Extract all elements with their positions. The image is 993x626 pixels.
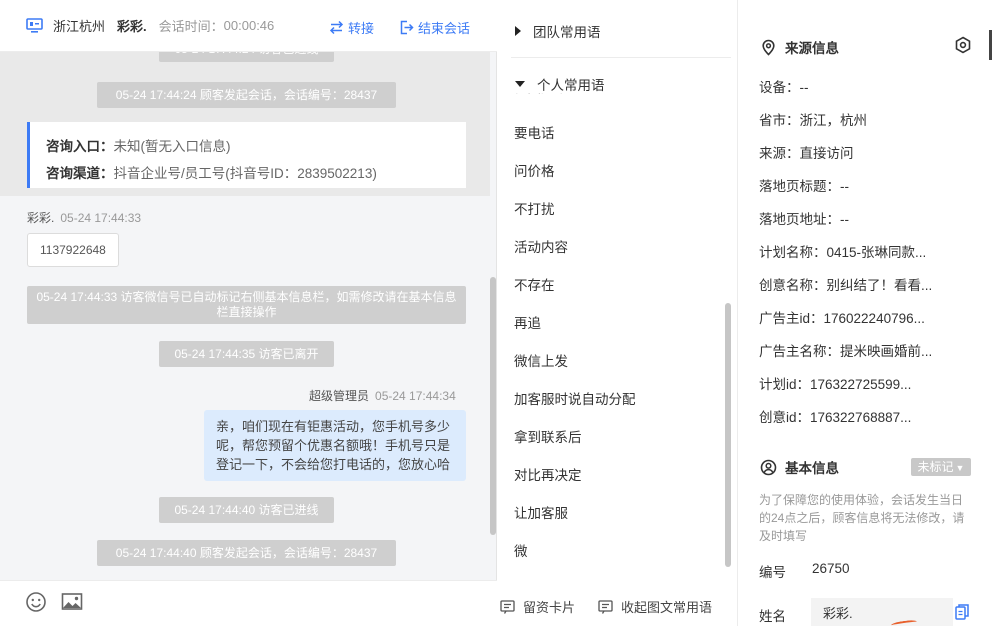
- end-session-button[interactable]: 结束会话: [399, 18, 470, 37]
- caret-right-icon: [515, 26, 521, 36]
- page-scrollbar[interactable]: [989, 30, 992, 60]
- collapse-phrases-button[interactable]: 收起图文常用语: [598, 597, 712, 616]
- system-message: 05-24 17:44:40 顾客发起会话，会话编号：28437: [97, 540, 396, 566]
- chat-toolbar: 留资卡片 收起图文常用语: [0, 580, 712, 626]
- exit-icon: [400, 20, 414, 35]
- phrase-item[interactable]: 活动内容: [514, 236, 568, 256]
- source-channel: 来源：直接访问: [759, 146, 854, 161]
- phrase-item[interactable]: 让加客服: [514, 502, 568, 522]
- customer-info-panel: 来源信息 设备：-- 省市：浙江，杭州 来源：直接访问 落地页标题：-- 落地页…: [737, 0, 993, 626]
- session-time-label: 会话时间：: [158, 19, 224, 34]
- plan-name: 计划名称：0415-张琳同款...: [759, 245, 927, 260]
- quick-phrases-panel: 团队常用语 留回复不了 个人常用语 要电话 问价格 不打扰 活动内容 不存在 再…: [497, 0, 737, 580]
- team-phrases-group[interactable]: 团队常用语: [515, 21, 730, 41]
- visitor-location: 浙江杭州: [53, 19, 106, 34]
- card-icon: [500, 599, 515, 614]
- creative-id: 创意id：176322768887...: [759, 410, 912, 425]
- chat-panel: 浙江杭州 彩彩. 会话时间： 00:00:46 转接 结束会话 05-24 17…: [0, 0, 712, 626]
- chat-scrollbar[interactable]: [490, 277, 496, 535]
- phrase-item[interactable]: 对比再决定: [514, 464, 582, 484]
- visitor-sender-line: 彩彩. 05-24 17:44:33: [27, 211, 142, 225]
- lead-card-button[interactable]: 留资卡片: [500, 597, 575, 616]
- plan-id: 计划id：176322725599...: [759, 377, 912, 392]
- caret-down-icon: ▼: [955, 463, 965, 473]
- smile-icon[interactable]: [25, 591, 47, 613]
- consult-channel: 咨询渠道：抖音企业号/员工号(抖音号ID：2839502213): [46, 166, 377, 181]
- advertiser-name: 广告主名称：提米映画婚前...: [759, 344, 933, 359]
- source-device: 设备：--: [759, 80, 809, 95]
- landing-page-title: 落地页标题：--: [759, 179, 849, 194]
- message-icon: [598, 599, 613, 614]
- consult-entry: 咨询入口：未知(暂无入口信息): [46, 139, 231, 154]
- phrase-scrollbar[interactable]: [725, 303, 731, 567]
- creative-name: 创意名称：别纠结了！看看...: [759, 278, 933, 293]
- landing-page-url: 落地页地址：--: [759, 212, 849, 227]
- phrase-item[interactable]: 加客服时说自动分配: [514, 388, 636, 408]
- system-message: 05-24 17:44:35 访客已离开: [159, 341, 334, 367]
- visitor-message-bubble[interactable]: 1137922648: [27, 233, 119, 267]
- advertiser-id: 广告主id：176022240796...: [759, 311, 925, 326]
- phrase-item[interactable]: 拿到联系后: [514, 426, 582, 446]
- phrase-item[interactable]: 不打扰: [514, 198, 555, 218]
- consult-info-card: 咨询入口：未知(暂无入口信息) 咨询渠道：抖音企业号/员工号(抖音号ID：283…: [27, 122, 466, 188]
- transfer-label: 转接: [348, 21, 375, 36]
- divider: [511, 57, 731, 58]
- monitor-icon: [26, 18, 43, 33]
- end-session-label: 结束会话: [418, 21, 471, 36]
- transfer-button[interactable]: 转接: [329, 18, 374, 37]
- basic-info-title: 基本信息: [760, 457, 839, 477]
- phrase-item[interactable]: 再追: [514, 312, 541, 332]
- phrase-item[interactable]: 微信上发: [514, 350, 568, 370]
- phrase-item[interactable]: 微: [514, 540, 528, 560]
- wechat-notice: 05-24 17:44:33 访客微信号已自动标记右侧基本信息栏，如需修改请在基…: [27, 286, 466, 324]
- phrase-item[interactable]: 问价格: [514, 160, 555, 180]
- message-list[interactable]: 05-24 17:44:24 访客已进线 05-24 17:44:24 顾客发起…: [0, 52, 497, 580]
- customer-id-label: 编号: [759, 565, 786, 580]
- system-message: 05-24 17:44:24 顾客发起会话，会话编号：28437: [97, 82, 396, 108]
- agent-message-bubble[interactable]: 亲，咱们现在有钜惠活动，您手机号多少呢，帮您预留个优惠名额哦！手机号只是登记一下…: [204, 410, 466, 481]
- phrase-item[interactable]: 不存在: [514, 274, 555, 294]
- image-icon[interactable]: [61, 591, 83, 613]
- customer-name-label: 姓名: [759, 609, 786, 624]
- caret-down-icon: [515, 81, 525, 87]
- source-region: 省市：浙江，杭州: [759, 113, 867, 128]
- copy-icon[interactable]: [955, 604, 969, 620]
- customer-name-input[interactable]: [811, 598, 953, 626]
- location-pin-icon: [762, 39, 775, 56]
- edit-deadline-tip: 为了保障您的使用体验，会话发生当日的24点之后，顾客信息将无法修改，请及时填写: [759, 493, 965, 543]
- source-info-title: 来源信息: [760, 37, 839, 57]
- tag-dropdown[interactable]: 未标记 ▼: [911, 458, 971, 476]
- visitor-name: 彩彩.: [117, 19, 147, 34]
- system-message: 05-24 17:44:40 访客已进线: [159, 497, 334, 523]
- settings-icon[interactable]: [954, 36, 972, 54]
- user-circle-icon: [760, 459, 777, 475]
- system-message: 05-24 17:44:24 访客已进线: [159, 52, 334, 62]
- phrase-item[interactable]: 要电话: [514, 122, 555, 142]
- chat-header: 浙江杭州 彩彩. 会话时间： 00:00:46 转接 结束会话: [0, 0, 497, 52]
- personal-phrases-group[interactable]: 个人常用语: [515, 75, 715, 93]
- session-time: 00:00:46: [223, 18, 275, 33]
- transfer-icon: [329, 20, 344, 35]
- customer-id-value: 26750: [812, 561, 850, 576]
- agent-sender-line: 超级管理员 05-24 17:44:34: [309, 389, 456, 403]
